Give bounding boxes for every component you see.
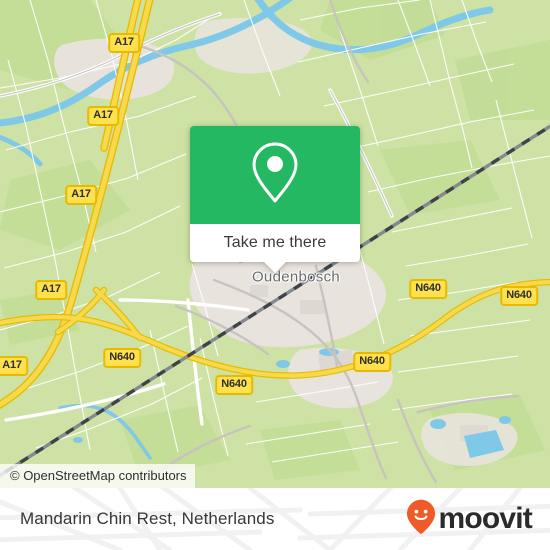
road-shield-n640[interactable]: N640	[215, 375, 253, 395]
callout-tail	[263, 261, 287, 273]
road-shield-a17[interactable]: A17	[0, 356, 28, 376]
road-shield-a17[interactable]: A17	[35, 280, 67, 300]
road-shield-a17[interactable]: A17	[108, 33, 140, 53]
callout-icon-area	[190, 126, 360, 224]
footer-place-title: Mandarin Chin Rest, Netherlands	[20, 509, 275, 528]
footer-bar: Mandarin Chin Rest, Netherlands moovit	[0, 488, 550, 550]
road-shield-n640[interactable]: N640	[500, 286, 538, 306]
road-shield-n640[interactable]: N640	[103, 348, 141, 368]
map-screenshot-page: Oudenbosch A17 A17 A17 A17 A17 N640 N640…	[0, 0, 550, 550]
map-attribution[interactable]: © OpenStreetMap contributors	[0, 464, 195, 488]
road-shield-n640[interactable]: N640	[409, 279, 447, 299]
moovit-wordmark: moovit	[438, 502, 532, 535]
moovit-logo[interactable]: moovit	[406, 499, 533, 540]
take-me-there-label: Take me there	[223, 234, 327, 251]
location-pin-icon	[248, 140, 302, 211]
road-shield-a17[interactable]: A17	[65, 185, 97, 205]
road-shield-n640[interactable]: N640	[353, 352, 391, 372]
location-callout-card[interactable]: Take me there	[190, 126, 360, 273]
take-me-there-button[interactable]: Take me there	[190, 224, 360, 273]
moovit-smiley-pin-icon	[406, 499, 436, 540]
road-shield-a17[interactable]: A17	[87, 106, 119, 126]
map-canvas[interactable]: Oudenbosch A17 A17 A17 A17 A17 N640 N640…	[0, 0, 550, 488]
